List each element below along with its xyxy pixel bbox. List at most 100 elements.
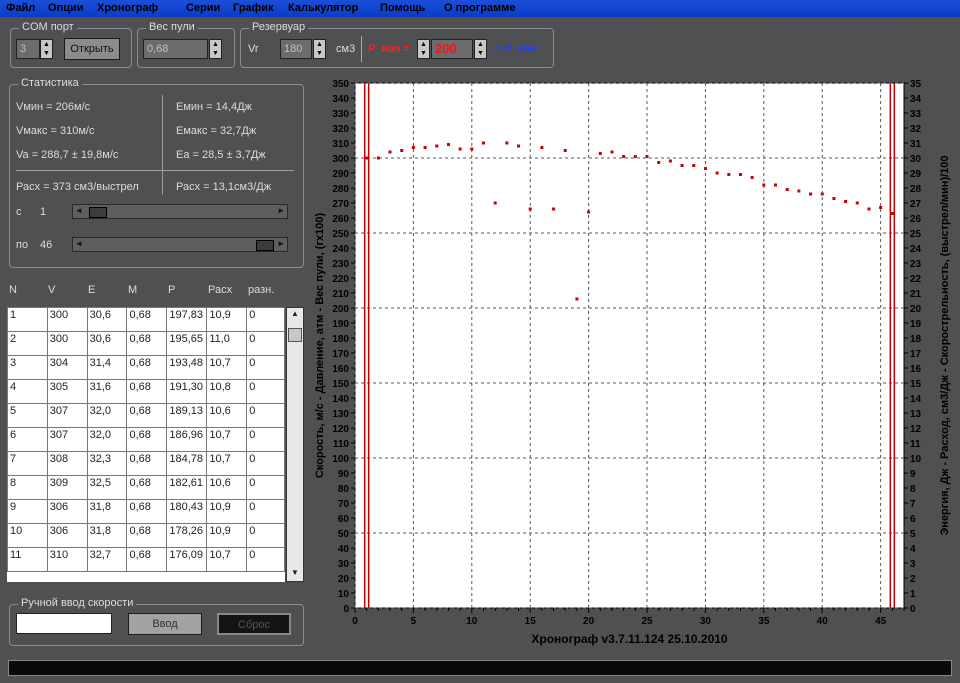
manual-speed-input[interactable] xyxy=(16,613,112,634)
table-cell[interactable]: 307 xyxy=(46,427,88,452)
table-cell[interactable]: 5 xyxy=(7,403,48,428)
table-cell[interactable]: 0,68 xyxy=(126,403,168,428)
table-cell[interactable]: 0 xyxy=(246,475,285,500)
menu-help[interactable]: Помощь xyxy=(380,2,425,14)
p-start-input[interactable]: 200 xyxy=(431,39,473,59)
table-row[interactable]: 11 310 32,7 0,68 176,09 10,7 0 xyxy=(7,547,285,572)
table-row[interactable]: 4 305 31,6 0,68 191,30 10,8 0 xyxy=(7,379,285,404)
shots-grid[interactable]: 1 300 30,6 0,68 197,83 10,9 0 2 300 30,6 0,68 195,6… xyxy=(7,307,285,572)
table-row[interactable]: 10 306 31,8 0,68 178,26 10,9 0 xyxy=(7,523,285,548)
table-cell[interactable]: 10,7 xyxy=(206,451,248,476)
menu-file[interactable]: Файл xyxy=(6,2,35,14)
table-cell[interactable]: 0,68 xyxy=(126,307,168,332)
table-cell[interactable]: 306 xyxy=(46,523,88,548)
table-cell[interactable]: 10,9 xyxy=(206,523,248,548)
menu-options[interactable]: Опции xyxy=(48,2,84,14)
table-row[interactable]: 1 300 30,6 0,68 197,83 10,9 0 xyxy=(7,307,285,332)
menu-about[interactable]: О программе xyxy=(444,2,516,14)
table-row[interactable]: 5 307 32,0 0,68 189,13 10,6 0 xyxy=(7,403,285,428)
table-cell[interactable]: 195,65 xyxy=(166,331,208,356)
table-cell[interactable]: 184,78 xyxy=(166,451,208,476)
table-cell[interactable]: 310 xyxy=(46,547,88,572)
enter-button[interactable]: Ввод xyxy=(128,613,202,635)
table-cell[interactable]: 0,68 xyxy=(126,499,168,524)
bullet-weight-spinner[interactable]: ▲ ▼ xyxy=(209,39,222,59)
table-cell[interactable]: 8 xyxy=(7,475,48,500)
vr-input[interactable]: 180 xyxy=(280,39,312,59)
table-cell[interactable]: 182,61 xyxy=(166,475,208,500)
table-row[interactable]: 6 307 32,0 0,68 186,96 10,7 0 xyxy=(7,427,285,452)
table-cell[interactable]: 32,5 xyxy=(86,475,128,500)
table-cell[interactable]: 10,9 xyxy=(206,307,248,332)
table-scrollbar[interactable]: ▲ ▼ xyxy=(286,307,304,582)
table-cell[interactable]: 0,68 xyxy=(126,475,168,500)
table-cell[interactable]: 0 xyxy=(246,355,285,380)
menu-calculator[interactable]: Калькулятор xyxy=(288,2,358,14)
table-cell[interactable]: 305 xyxy=(46,379,88,404)
table-cell[interactable]: 11,0 xyxy=(206,331,248,356)
table-cell[interactable]: 0 xyxy=(246,547,285,572)
table-cell[interactable]: 10,7 xyxy=(206,427,248,452)
range-to-slider[interactable]: ◄ ► xyxy=(72,237,288,252)
table-row[interactable]: 8 309 32,5 0,68 182,61 10,6 0 xyxy=(7,475,285,500)
table-cell[interactable]: 0 xyxy=(246,427,285,452)
table-cell[interactable]: 4 xyxy=(7,379,48,404)
table-cell[interactable]: 308 xyxy=(46,451,88,476)
p-start-spinner-left[interactable]: ▲ ▼ xyxy=(417,39,430,59)
table-cell[interactable]: 31,4 xyxy=(86,355,128,380)
table-cell[interactable]: 32,7 xyxy=(86,547,128,572)
bullet-weight-input[interactable]: 0,68 xyxy=(143,39,208,59)
arrow-down-icon[interactable]: ▼ xyxy=(288,568,302,580)
table-cell[interactable]: 32,0 xyxy=(86,427,128,452)
table-cell[interactable]: 189,13 xyxy=(166,403,208,428)
slider-thumb[interactable] xyxy=(256,240,274,251)
arrow-up-icon[interactable]: ▲ xyxy=(288,309,302,321)
table-cell[interactable]: 11 xyxy=(7,547,48,572)
table-cell[interactable]: 0,68 xyxy=(126,451,168,476)
table-cell[interactable]: 31,8 xyxy=(86,499,128,524)
table-cell[interactable]: 186,96 xyxy=(166,427,208,452)
table-cell[interactable]: 0 xyxy=(246,451,285,476)
table-cell[interactable]: 0 xyxy=(246,331,285,356)
menu-chart[interactable]: График xyxy=(233,2,274,14)
table-cell[interactable]: 180,43 xyxy=(166,499,208,524)
table-cell[interactable]: 2 xyxy=(7,331,48,356)
table-cell[interactable]: 31,8 xyxy=(86,523,128,548)
reset-button[interactable]: Сброс xyxy=(217,613,291,635)
table-cell[interactable]: 10 xyxy=(7,523,48,548)
range-from-slider[interactable]: ◄ ► xyxy=(72,204,288,219)
table-cell[interactable]: 0,68 xyxy=(126,427,168,452)
table-cell[interactable]: 1 xyxy=(7,307,48,332)
table-cell[interactable]: 0 xyxy=(246,307,285,332)
table-cell[interactable]: 307 xyxy=(46,403,88,428)
table-cell[interactable]: 30,6 xyxy=(86,331,128,356)
menu-series[interactable]: Серии xyxy=(186,2,220,14)
table-cell[interactable]: 304 xyxy=(46,355,88,380)
table-cell[interactable]: 10,7 xyxy=(206,547,248,572)
table-row[interactable]: 7 308 32,3 0,68 184,78 10,7 0 xyxy=(7,451,285,476)
table-cell[interactable]: 3 xyxy=(7,355,48,380)
table-cell[interactable]: 30,6 xyxy=(86,307,128,332)
com-port-input[interactable]: 3 xyxy=(16,39,40,59)
table-cell[interactable]: 178,26 xyxy=(166,523,208,548)
table-cell[interactable]: 191,30 xyxy=(166,379,208,404)
menu-chronograph[interactable]: Хронограф xyxy=(97,2,158,14)
table-cell[interactable]: 7 xyxy=(7,451,48,476)
table-row[interactable]: 3 304 31,4 0,68 193,48 10,7 0 xyxy=(7,355,285,380)
table-cell[interactable]: 6 xyxy=(7,427,48,452)
table-cell[interactable]: 0,68 xyxy=(126,523,168,548)
table-cell[interactable]: 0 xyxy=(246,379,285,404)
table-cell[interactable]: 309 xyxy=(46,475,88,500)
table-cell[interactable]: 9 xyxy=(7,499,48,524)
table-cell[interactable]: 32,3 xyxy=(86,451,128,476)
table-cell[interactable]: 176,09 xyxy=(166,547,208,572)
table-cell[interactable]: 306 xyxy=(46,499,88,524)
table-cell[interactable]: 0,68 xyxy=(126,331,168,356)
table-cell[interactable]: 10,6 xyxy=(206,475,248,500)
table-cell[interactable]: 197,83 xyxy=(166,307,208,332)
table-cell[interactable]: 10,9 xyxy=(206,499,248,524)
table-cell[interactable]: 300 xyxy=(46,331,88,356)
table-cell[interactable]: 10,7 xyxy=(206,355,248,380)
table-row[interactable]: 2 300 30,6 0,68 195,65 11,0 0 xyxy=(7,331,285,356)
shots-table[interactable]: 1 300 30,6 0,68 197,83 10,9 0 2 300 30,6 0,68 195,6… xyxy=(7,307,285,582)
